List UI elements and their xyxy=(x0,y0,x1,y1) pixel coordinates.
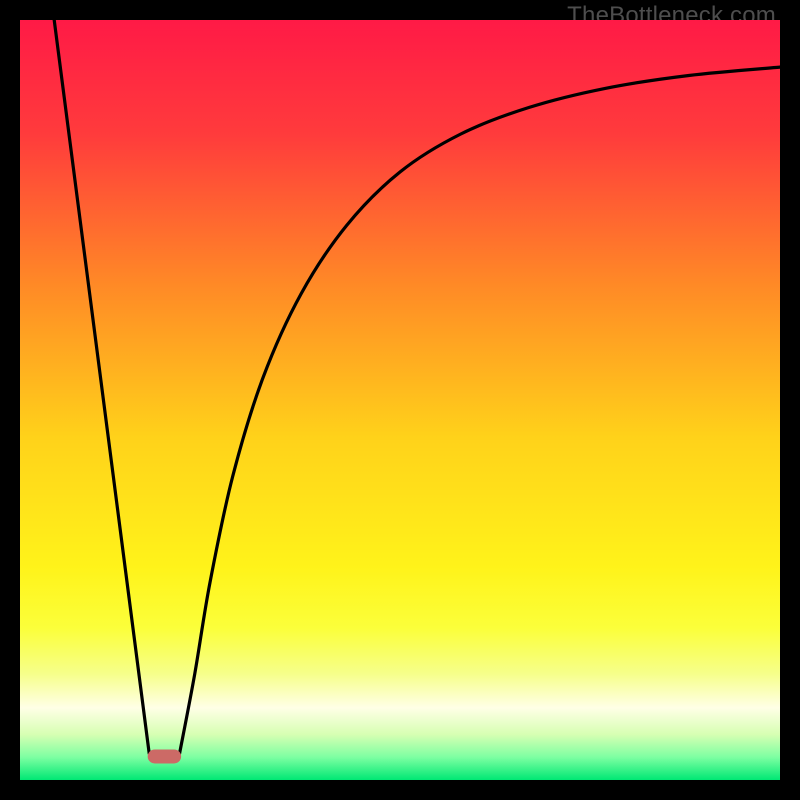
bottleneck-marker xyxy=(148,749,181,763)
chart-frame xyxy=(20,20,780,780)
bottleneck-chart xyxy=(20,20,780,780)
chart-background xyxy=(20,20,780,780)
